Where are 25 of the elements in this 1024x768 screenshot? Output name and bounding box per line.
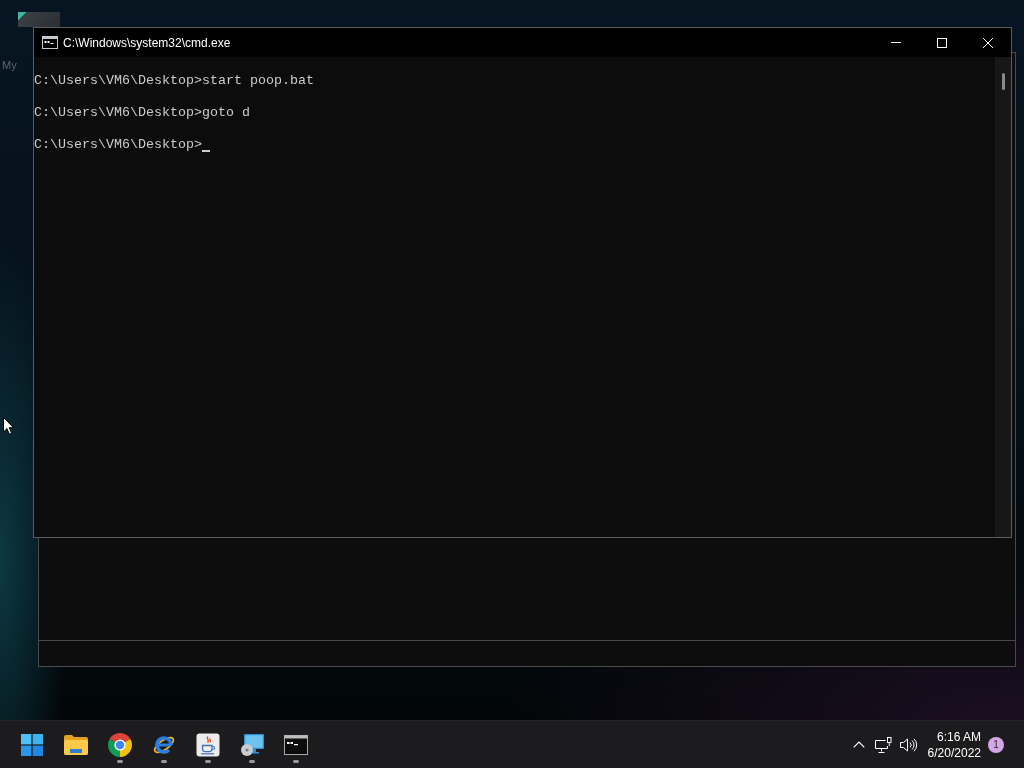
console-line: C:\Users\VM6\Desktop>start poop.bat [34, 73, 314, 89]
start-logo-icon [21, 733, 43, 756]
console-line: C:\Users\VM6\Desktop> [34, 137, 202, 153]
segmented-circle-icon [108, 732, 132, 757]
scrollbar-thumb[interactable] [1001, 73, 1005, 90]
close-icon [983, 37, 993, 48]
clock-time[interactable]: 6:16 AM [936, 728, 981, 745]
folder-icon [64, 734, 88, 755]
maximize-icon [937, 37, 947, 48]
window-title: C:\Windows\system32\cmd.exe [63, 35, 231, 50]
scrollbar[interactable] [995, 57, 1011, 537]
terminal-icon [284, 734, 308, 755]
clock-date[interactable]: 6/20/2022 [927, 744, 981, 761]
network-icon[interactable] [874, 736, 892, 753]
desktop-icon[interactable] [18, 12, 60, 27]
terminal-icon [42, 36, 58, 49]
volume-icon[interactable] [899, 737, 917, 752]
monitor-disc-icon [240, 732, 264, 757]
minimize-icon [891, 42, 901, 43]
notification-badge[interactable]: 1 [988, 736, 1004, 753]
pointer-icon [3, 417, 14, 435]
console-area[interactable]: C:\Users\VM6\Desktop>start poop.bat C:\Users\VM6\Desktop>goto d C:\Users\VM6\Desktop> [34, 57, 995, 537]
chevron-up-icon[interactable] [852, 741, 865, 748]
coffee-cup-icon [196, 732, 220, 757]
console-line: C:\Users\VM6\Desktop>goto d [34, 105, 250, 121]
